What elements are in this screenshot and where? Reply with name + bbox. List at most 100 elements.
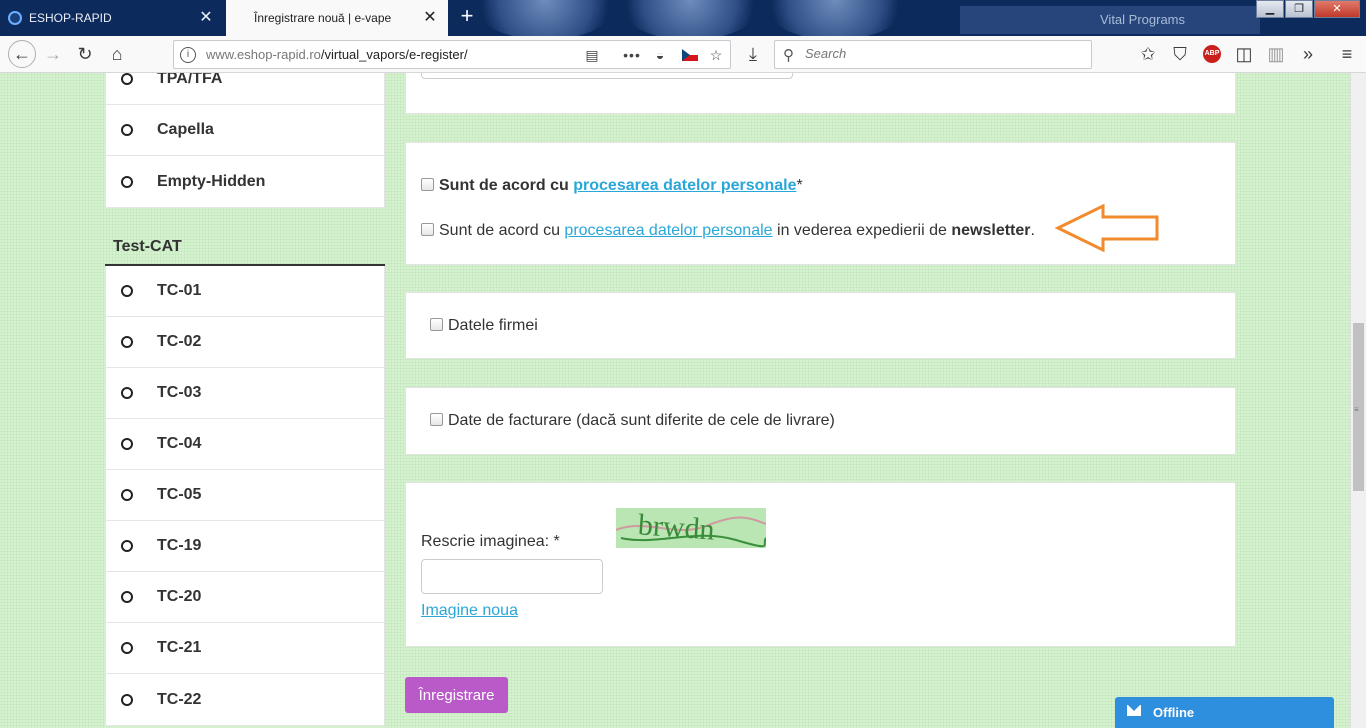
company-data-label: Datele firmei bbox=[448, 317, 538, 334]
captcha-label: Rescrie imaginea: * bbox=[421, 533, 560, 550]
sidebar-item-label: TC-21 bbox=[157, 639, 202, 656]
banner-text: Vital Programs bbox=[1100, 12, 1186, 27]
back-arrow-icon[interactable]: ← bbox=[8, 40, 36, 68]
company-data-panel: Datele firmei bbox=[405, 292, 1236, 359]
sidebar-item[interactable]: Empty-Hidden bbox=[106, 156, 384, 207]
orange-arrow-annotation-icon bbox=[1055, 203, 1159, 253]
sidebar-item[interactable]: TC-21 bbox=[106, 623, 384, 674]
tab-title: ESHOP-RAPID bbox=[29, 11, 112, 25]
company-data-checkbox[interactable] bbox=[430, 318, 443, 331]
new-tab-plus-icon[interactable]: + bbox=[455, 4, 479, 28]
bullet-circle-icon bbox=[121, 285, 133, 297]
bookmark-star-icon[interactable]: ☆ bbox=[706, 45, 726, 65]
close-icon[interactable]: ✕ bbox=[422, 10, 438, 26]
reload-icon[interactable]: ↻ bbox=[72, 41, 98, 67]
hamburger-menu-icon[interactable]: ≡ bbox=[1334, 41, 1360, 67]
billing-data-panel: Date de facturare (dacă sunt diferite de… bbox=[405, 387, 1236, 455]
pocket-icon[interactable]: ◒ bbox=[650, 45, 670, 65]
sidebar-toggle-icon[interactable]: ◫ bbox=[1231, 41, 1257, 67]
newsletter-label: Sunt de acord cu bbox=[439, 222, 560, 239]
captcha-image: brwdn bbox=[616, 508, 766, 548]
url-domain: www.eshop-rapid.ro bbox=[206, 47, 321, 62]
personal-data-link[interactable]: procesarea datelor personale bbox=[573, 177, 796, 194]
newsletter-row: Sunt de acord cu procesarea datelor pers… bbox=[421, 222, 1035, 240]
browser-tab-bar: Vital Programs ESHOP-RAPID ✕ Înregistrar… bbox=[0, 0, 1366, 36]
search-input[interactable] bbox=[805, 46, 1075, 61]
billing-data-label: Date de facturare (dacă sunt diferite de… bbox=[448, 412, 835, 429]
download-icon[interactable]: ⤓ bbox=[740, 41, 766, 67]
new-image-link[interactable]: Imagine noua bbox=[421, 602, 518, 620]
search-icon: ⚲ bbox=[783, 47, 794, 64]
bullet-circle-icon bbox=[121, 591, 133, 603]
scrollbar-grip-icon: ≡ bbox=[1354, 405, 1359, 414]
czech-flag-icon[interactable] bbox=[682, 49, 698, 61]
search-box[interactable]: ⚲ bbox=[774, 40, 1092, 69]
page-viewport: TPA/TFA Capella Empty-Hidden Test-CAT TC… bbox=[0, 73, 1350, 728]
bullet-circle-icon bbox=[121, 387, 133, 399]
minimize-icon[interactable]: ▁ bbox=[1256, 0, 1284, 18]
personal-data-link[interactable]: procesarea datelor personale bbox=[564, 222, 772, 239]
sidebar-item-label: TC-04 bbox=[157, 435, 202, 452]
forward-arrow-icon[interactable]: → bbox=[40, 41, 66, 67]
page-actions-icon[interactable]: ••• bbox=[622, 45, 642, 65]
sidebar-item-label: TC-22 bbox=[157, 690, 202, 708]
adblock-plus-icon[interactable]: ABP bbox=[1203, 45, 1221, 63]
address-bar[interactable]: i www.eshop-rapid.ro/virtual_vapors/e-re… bbox=[173, 40, 731, 69]
sidebar-item-label: TC-05 bbox=[157, 486, 202, 503]
billing-data-checkbox[interactable] bbox=[430, 413, 443, 426]
consent-label: Sunt de acord cu bbox=[439, 177, 569, 194]
category-sidebar: TPA/TFA Capella Empty-Hidden Test-CAT TC… bbox=[105, 73, 385, 726]
bullet-circle-icon bbox=[121, 336, 133, 348]
sidebar-item[interactable]: Capella bbox=[106, 105, 384, 156]
sidebar-item-label: TC-19 bbox=[157, 537, 202, 554]
site-info-icon[interactable]: i bbox=[180, 47, 196, 63]
banner-decoration bbox=[760, 0, 910, 36]
banner-decoration bbox=[615, 0, 765, 36]
bullet-circle-icon bbox=[121, 540, 133, 552]
bullet-circle-icon bbox=[121, 124, 133, 136]
billing-row: Date de facturare (dacă sunt diferite de… bbox=[430, 412, 835, 430]
chat-widget[interactable]: Offline bbox=[1115, 697, 1334, 728]
captcha-input[interactable] bbox=[421, 559, 603, 594]
page-scrollbar[interactable]: ≡ bbox=[1350, 73, 1366, 728]
sidebar-item[interactable]: TC-02 bbox=[106, 317, 384, 368]
newsletter-period: . bbox=[1030, 222, 1035, 239]
sidebar-item[interactable]: TC-04 bbox=[106, 419, 384, 470]
newsletter-word: newsletter bbox=[951, 222, 1031, 239]
sidebar-item-label: TC-02 bbox=[157, 333, 202, 350]
sidebar-item[interactable]: TC-22 bbox=[106, 674, 384, 725]
overflow-chevron-icon[interactable]: » bbox=[1295, 41, 1321, 67]
sidebar-item[interactable]: TC-01 bbox=[106, 266, 384, 317]
close-icon[interactable]: ✕ bbox=[198, 10, 214, 26]
sidebar-item[interactable]: TC-05 bbox=[106, 470, 384, 521]
tab-eshop-rapid[interactable]: ESHOP-RAPID ✕ bbox=[0, 0, 224, 36]
register-button[interactable]: Înregistrare bbox=[405, 677, 508, 713]
bullet-circle-icon bbox=[121, 175, 133, 188]
reader-view-icon[interactable]: ▤ bbox=[582, 45, 602, 65]
home-icon[interactable]: ⌂ bbox=[104, 41, 130, 67]
tab-register[interactable]: Înregistrare nouă | e-vape ✕ bbox=[226, 0, 448, 36]
sidebar-item-label: TC-20 bbox=[157, 588, 202, 605]
url-text: www.eshop-rapid.ro/virtual_vapors/e-regi… bbox=[206, 47, 468, 62]
consent-checkbox[interactable] bbox=[421, 178, 434, 191]
browser-nav-bar: ← → ↻ ⌂ i www.eshop-rapid.ro/virtual_vap… bbox=[0, 36, 1366, 73]
captcha-panel: Rescrie imaginea: * brwdn Imagine noua bbox=[405, 482, 1236, 647]
maximize-icon[interactable]: ❐ bbox=[1285, 0, 1313, 18]
bullet-circle-icon bbox=[121, 642, 133, 654]
sidebar-item[interactable]: TC-20 bbox=[106, 572, 384, 623]
bullet-circle-icon bbox=[121, 693, 133, 706]
window-close-icon[interactable]: ✕ bbox=[1314, 0, 1360, 18]
library-icon[interactable]: ▥ bbox=[1263, 41, 1289, 67]
text-field[interactable] bbox=[421, 73, 793, 79]
sidebar-item[interactable]: TC-19 bbox=[106, 521, 384, 572]
bookmarks-star-icon[interactable]: ✩ bbox=[1135, 41, 1161, 67]
newsletter-checkbox[interactable] bbox=[421, 223, 434, 236]
captcha-text: brwdn bbox=[637, 508, 716, 546]
required-mark: * bbox=[796, 177, 803, 194]
category-list-test-cat: TC-01 TC-02 TC-03 TC-04 TC-05 TC-19 TC-2… bbox=[105, 266, 385, 726]
ublock-shield-icon[interactable]: ⛉ bbox=[1167, 41, 1193, 67]
site-favicon-icon bbox=[8, 11, 22, 25]
sidebar-item[interactable]: TPA/TFA bbox=[106, 73, 384, 105]
sidebar-item[interactable]: TC-03 bbox=[106, 368, 384, 419]
bullet-circle-icon bbox=[121, 73, 133, 85]
